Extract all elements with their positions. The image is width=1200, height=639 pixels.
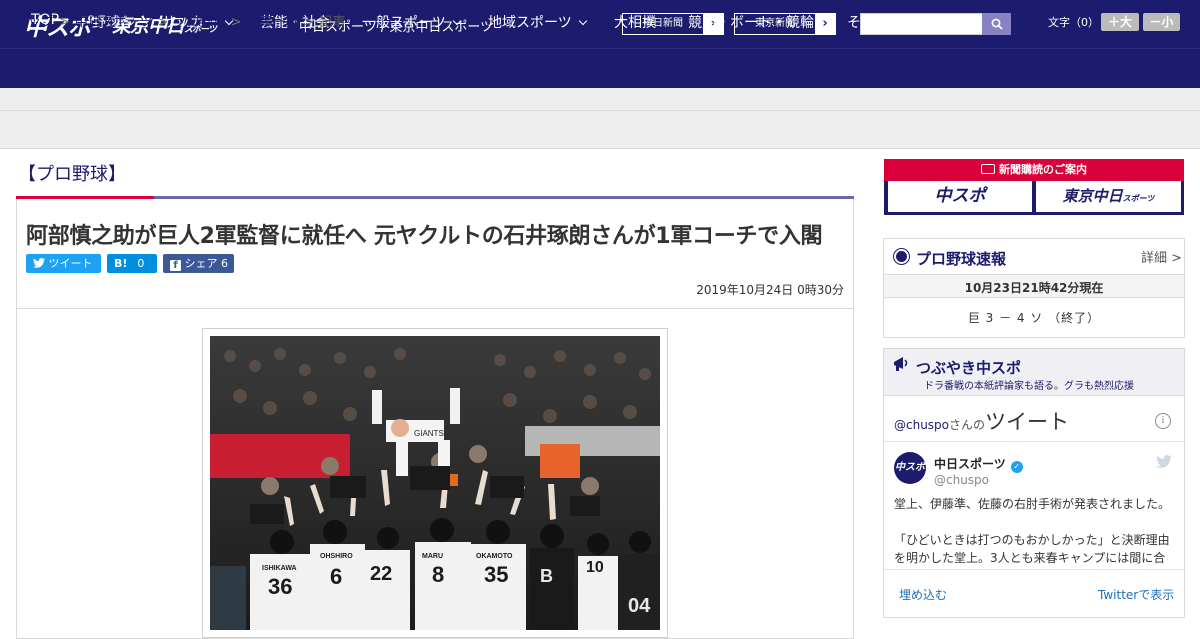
sub-tokyo-small: スポーツ [1122,194,1155,203]
tsubuyaki-heading: つぶやき中スポ [916,359,1022,377]
breadcrumb-article-list[interactable]: 記事一覧 [247,15,299,30]
twitter-bird-icon [33,258,45,268]
nav-label: 大相撲 [614,15,656,31]
subscribe-chuspo-button[interactable]: 中スポ [888,181,1032,212]
breadcrumb: トップ > 中日スポーツ > プロ野球 > 記事一覧 > 記事 [15,11,345,30]
main-nav [0,48,1200,88]
baseball-icon [894,249,909,264]
game-score[interactable]: 巨 3 － 4 ソ （終了） [884,309,1184,326]
hatena-count: 0 [137,257,145,270]
breadcrumb-pro-baseball[interactable]: プロ野球 [174,15,226,30]
score-timestamp: 10月23日21時42分現在 [964,281,1104,295]
svg-text:OHSHIRO: OHSHIRO [320,553,353,560]
nav-label: 一般スポーツ [362,15,446,31]
jersey-number: 8 [432,562,444,587]
sub-tokyo-text: 東京中日 [1062,187,1123,205]
jersey-number: 10 [586,559,604,576]
tweet-label: ツイート [48,257,93,270]
view-on-twitter-link[interactable]: Twitterで表示 [1098,586,1174,603]
nav-label: 競馬・ボート・競輪 [688,15,814,31]
user-name-text: 中日スポーツ [934,457,1006,471]
search-button[interactable] [982,13,1011,35]
svg-text:MARU: MARU [422,553,443,560]
search-icon [991,18,1003,30]
hatena-bookmark-button[interactable]: B! 0 [107,254,157,273]
facebook-icon: f [170,260,181,271]
breadcrumb-chunichi-sports[interactable]: 中日スポーツ [75,15,153,30]
nav-item-local-sports[interactable]: 地域スポーツ [488,12,587,32]
article-date: 2019年10月24日 0時30分 [696,283,844,297]
font-bigger-button[interactable]: ＋大 [1101,13,1139,31]
breadcrumb-sep: > [303,15,315,30]
celebration-photo: GIANTS ISHIKAWA OHSHIRO MARU OKAMOTO 36 … [210,336,660,630]
account-handle[interactable]: @chuspo [894,418,949,432]
font-size-label: 文字（0） [1048,16,1099,29]
spacer-band [0,88,1200,110]
subscription-title: 新聞購読のご案内 [884,161,1184,177]
font-smaller-button[interactable]: －小 [1143,13,1180,31]
jersey-number: 6 [330,564,342,589]
breadcrumb-sep: > [230,15,242,30]
tweet-text-line: 「ひどいときは打つのもおかしかった」と決断理由 [894,533,1170,547]
article-divider [16,308,854,309]
baseball-detail-link[interactable]: 詳細 > [1141,247,1182,266]
breadcrumb-bar [0,110,1200,149]
tweets-by-header: @chuspoさんのツイート [894,406,1069,436]
megaphone-icon [894,357,908,371]
breadcrumb-sep: > [59,15,70,30]
jersey-number: 04 [628,595,651,617]
nav-item-general-sports[interactable]: 一般スポーツ [362,12,461,32]
breadcrumb-top[interactable]: トップ [15,15,54,30]
chevron-down-icon [452,16,461,26]
baseball-heading: プロ野球速報 [916,250,1007,268]
nav-label: 地域スポーツ [488,15,572,31]
jersey-number: 22 [370,563,392,585]
subscription-title-text: 新聞購読のご案内 [999,163,1087,176]
tweet-text-line: 堂上、伊藤準、佐藤の右肘手術が発表されました。 [894,497,1171,511]
newspaper-icon [981,164,995,174]
svg-text:ISHIKAWA: ISHIKAWA [262,565,297,572]
tweet-button[interactable]: ツイート [26,254,101,273]
account-suffix: さんの [949,418,986,432]
info-icon[interactable]: i [1155,413,1171,429]
nav-item-sumo[interactable]: 大相撲 [614,12,656,32]
share-label: シェア [184,257,218,270]
jersey-number: 36 [268,574,292,599]
tweet-user-handle[interactable]: @chuspo [934,473,989,487]
tweet-user-name[interactable]: 中日スポーツ ✓ [934,455,1023,473]
embed-link[interactable]: 埋め込む [899,586,947,603]
avatar[interactable]: 中スポ [894,452,926,484]
tweet-text-line: を明かした堂上。3人とも来春キャンプには間に合 [894,551,1166,565]
nav-label: その他 [847,15,889,31]
tsubuyaki-subheading: ドラ番戦の本紙評論家も語る。グラも熱烈応援 [924,381,1134,392]
tweets-word: ツイート [985,410,1070,434]
breadcrumb-current: 記事 [319,15,346,30]
svg-text:OKAMOTO: OKAMOTO [476,553,513,560]
hatena-icon: B! [114,257,128,270]
chevron-down-icon [578,16,587,26]
twitter-bird-icon[interactable] [1156,455,1172,468]
chevron-right-icon: › [815,14,835,34]
subscribe-tokyo-button[interactable]: 東京中日スポーツ [1036,181,1181,212]
share-count: 6 [221,257,228,270]
article-category: 【プロ野球】 [18,164,126,185]
breadcrumb-sep: > [157,15,169,30]
facebook-share-button[interactable]: f シェア 6 [163,254,234,273]
jersey-number: B [540,566,553,586]
jersey-number: 35 [484,562,508,587]
verified-badge-icon: ✓ [1010,461,1023,473]
nav-item-racing[interactable]: 競馬・ボート・競輪 [688,12,814,32]
chevron-down-icon [895,16,905,26]
article-photo[interactable]: GIANTS ISHIKAWA OHSHIRO MARU OKAMOTO 36 … [210,336,660,630]
nav-item-other[interactable]: その他 [847,12,905,32]
svg-text:GIANTS: GIANTS [414,429,444,438]
article-title: 阿部慎之助が巨人2軍監督に就任へ 元ヤクルトの石井琢朗さんが1軍コーチで入閣 [26,224,823,249]
